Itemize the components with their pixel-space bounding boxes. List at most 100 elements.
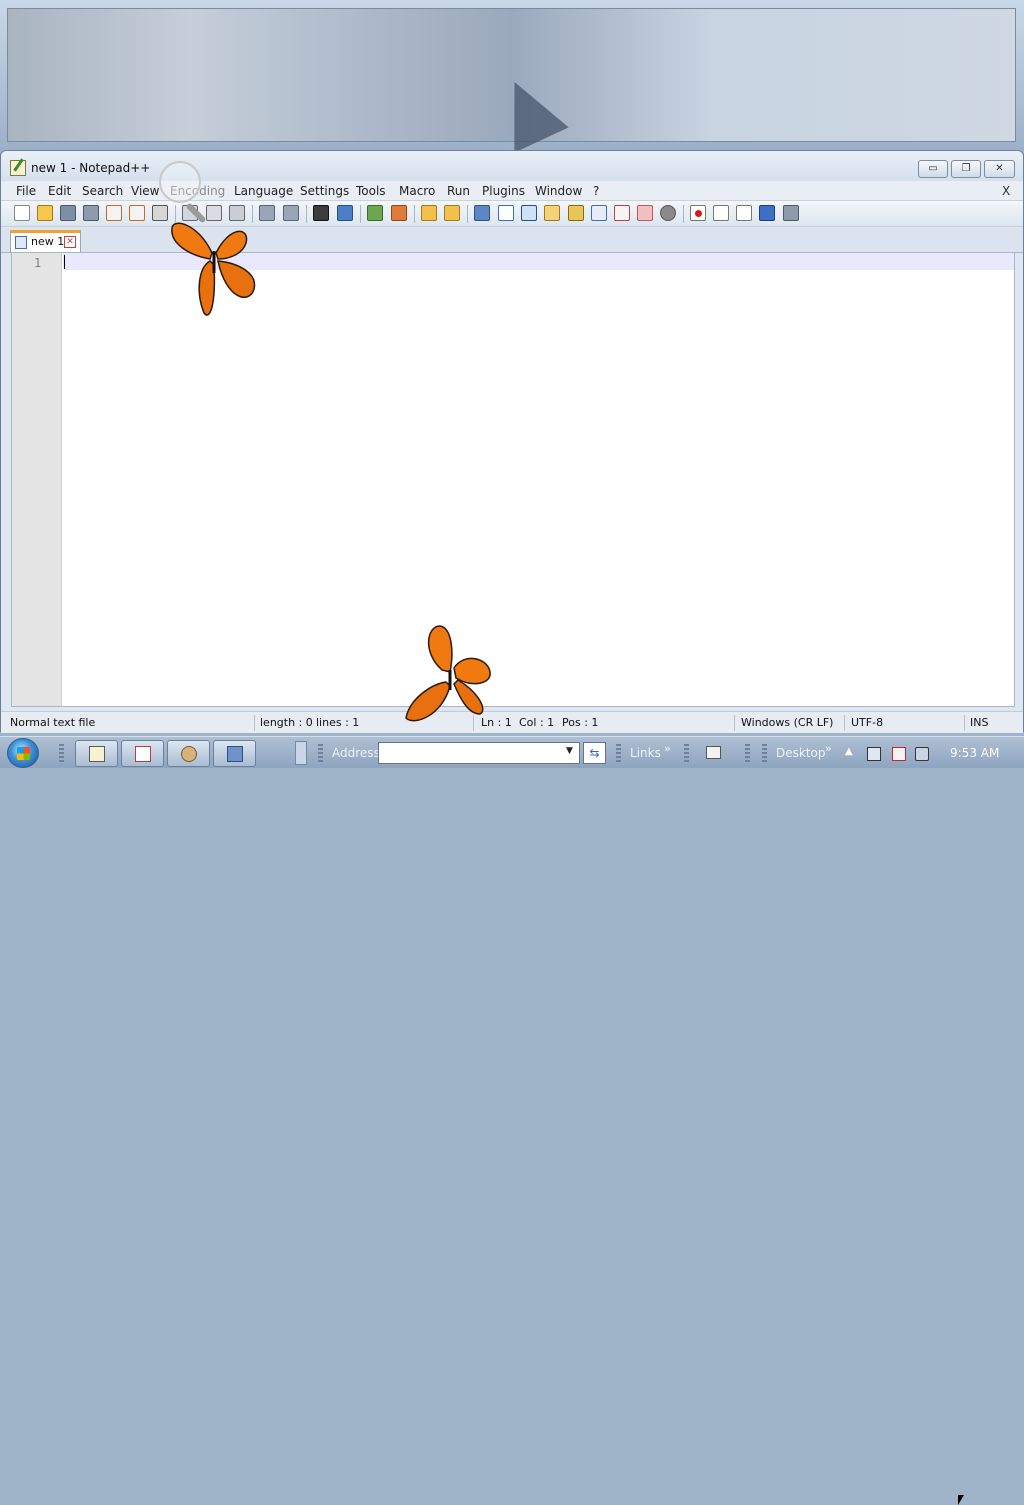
toolbar-separator bbox=[467, 205, 468, 223]
print-icon[interactable] bbox=[152, 205, 168, 221]
status-length: length : 0 bbox=[260, 716, 313, 729]
menu-edit[interactable]: Edit bbox=[48, 184, 71, 198]
tab-new-1[interactable]: new 1 ✕ bbox=[10, 230, 81, 253]
status-column: Col : 1 bbox=[519, 716, 555, 729]
clock[interactable]: 9:53 AM bbox=[950, 746, 999, 760]
menu-help[interactable]: ? bbox=[593, 184, 599, 198]
user-language-icon[interactable] bbox=[544, 205, 560, 221]
network-icon[interactable] bbox=[867, 747, 881, 761]
volume-icon[interactable] bbox=[915, 747, 929, 761]
folder-workspace-icon[interactable] bbox=[614, 205, 630, 221]
tab-label: new 1 bbox=[31, 235, 65, 248]
tray-expand-icon[interactable]: ▲ bbox=[845, 746, 853, 757]
new-file-icon[interactable] bbox=[14, 205, 30, 221]
action-center-icon[interactable] bbox=[892, 747, 906, 761]
mouse-pointer-icon bbox=[958, 1495, 964, 1505]
menu-run[interactable]: Run bbox=[447, 184, 470, 198]
close-button[interactable]: ✕ bbox=[984, 160, 1015, 178]
text-editor[interactable]: 1 bbox=[11, 252, 1015, 707]
save-all-icon[interactable] bbox=[83, 205, 99, 221]
toolbar bbox=[1, 201, 1023, 227]
trash-icon[interactable] bbox=[660, 205, 676, 221]
go-button[interactable]: ⇆ bbox=[583, 742, 606, 764]
links-chevron-icon[interactable]: » bbox=[664, 742, 671, 755]
butterfly-icon bbox=[171, 222, 256, 316]
taskbar-grip[interactable] bbox=[745, 744, 750, 762]
background-window bbox=[0, 0, 1024, 153]
links-toolbar-label[interactable]: Links bbox=[630, 746, 661, 760]
status-position: Pos : 1 bbox=[562, 716, 599, 729]
close-all-icon[interactable] bbox=[129, 205, 145, 221]
redo-icon[interactable] bbox=[283, 205, 299, 221]
taskbar-grip[interactable] bbox=[616, 744, 621, 762]
zoom-out-icon[interactable] bbox=[391, 205, 407, 221]
taskbar-notepad-button[interactable] bbox=[75, 740, 118, 767]
open-file-icon[interactable] bbox=[37, 205, 53, 221]
function-list-icon[interactable] bbox=[591, 205, 607, 221]
show-all-chars-icon[interactable] bbox=[498, 205, 514, 221]
run-macro-multiple-icon[interactable] bbox=[759, 205, 775, 221]
save-icon[interactable] bbox=[60, 205, 76, 221]
line-number: 1 bbox=[34, 256, 42, 270]
close-document-button[interactable]: X bbox=[1002, 184, 1010, 198]
butterfly-icon bbox=[405, 625, 491, 722]
sync-horizontal-icon[interactable] bbox=[444, 205, 460, 221]
menu-window[interactable]: Window bbox=[535, 184, 582, 198]
magnifier-cursor-icon bbox=[159, 161, 201, 203]
tab-close-icon[interactable]: ✕ bbox=[64, 236, 76, 248]
taskbar-grip[interactable] bbox=[59, 744, 64, 762]
menu-search[interactable]: Search bbox=[82, 184, 123, 198]
find-icon[interactable] bbox=[313, 205, 329, 221]
taskbar-grip[interactable] bbox=[318, 744, 323, 762]
status-insert-mode: INS bbox=[970, 716, 989, 729]
monitoring-icon[interactable] bbox=[637, 205, 653, 221]
minimize-button[interactable]: ▭ bbox=[918, 160, 948, 178]
address-input[interactable] bbox=[378, 742, 580, 764]
play-macro-icon[interactable] bbox=[736, 205, 752, 221]
status-lines: lines : 1 bbox=[316, 716, 360, 729]
taskbar-app3-button[interactable] bbox=[167, 740, 210, 767]
replace-icon[interactable] bbox=[337, 205, 353, 221]
desktop-toolbar-label[interactable]: Desktop bbox=[776, 746, 826, 760]
toolbar-separator bbox=[414, 205, 415, 223]
taskbar-grip[interactable] bbox=[684, 744, 689, 762]
taskbar-grip[interactable] bbox=[762, 744, 767, 762]
toolbar-separator bbox=[360, 205, 361, 223]
taskbar-scroll-button[interactable] bbox=[295, 741, 307, 765]
indent-guide-icon[interactable] bbox=[521, 205, 537, 221]
taskbar-app2-button[interactable] bbox=[121, 740, 164, 767]
menu-file[interactable]: File bbox=[16, 184, 36, 198]
zoom-in-icon[interactable] bbox=[367, 205, 383, 221]
menu-plugins[interactable]: Plugins bbox=[482, 184, 525, 198]
menu-macro[interactable]: Macro bbox=[399, 184, 435, 198]
toolbar-separator bbox=[683, 205, 684, 223]
status-divider bbox=[964, 715, 965, 731]
menu-settings[interactable]: Settings bbox=[300, 184, 349, 198]
quick-launch-icon[interactable] bbox=[706, 746, 721, 759]
stop-macro-icon[interactable] bbox=[713, 205, 729, 221]
menu-tools[interactable]: Tools bbox=[356, 184, 386, 198]
close-icon[interactable] bbox=[106, 205, 122, 221]
title-bar[interactable]: new 1 - Notepad++ ▭ ❐ ✕ bbox=[1, 151, 1023, 183]
undo-icon[interactable] bbox=[259, 205, 275, 221]
desktop-chevron-icon[interactable]: » bbox=[825, 742, 832, 755]
taskbar-app4-button[interactable] bbox=[213, 740, 256, 767]
record-dot-icon bbox=[695, 210, 702, 217]
tab-bar: new 1 ✕ bbox=[1, 228, 1023, 253]
status-divider bbox=[254, 715, 255, 731]
document-app-icon bbox=[135, 746, 151, 762]
save-macro-icon[interactable] bbox=[783, 205, 799, 221]
restore-button[interactable]: ❐ bbox=[951, 160, 981, 178]
sync-vertical-icon[interactable] bbox=[421, 205, 437, 221]
start-button[interactable] bbox=[7, 738, 39, 768]
record-macro-icon[interactable] bbox=[690, 205, 706, 221]
menu-bar: File Edit Search View Encoding Language … bbox=[1, 181, 1023, 201]
menu-view[interactable]: View bbox=[131, 184, 159, 198]
address-dropdown-arrow[interactable]: ▼ bbox=[566, 746, 573, 756]
menu-language[interactable]: Language bbox=[234, 184, 293, 198]
notepad-app-icon[interactable] bbox=[10, 160, 26, 176]
word-wrap-icon[interactable] bbox=[474, 205, 490, 221]
doc-map-icon[interactable] bbox=[568, 205, 584, 221]
status-file-type: Normal text file bbox=[10, 716, 96, 729]
status-divider bbox=[844, 715, 845, 731]
